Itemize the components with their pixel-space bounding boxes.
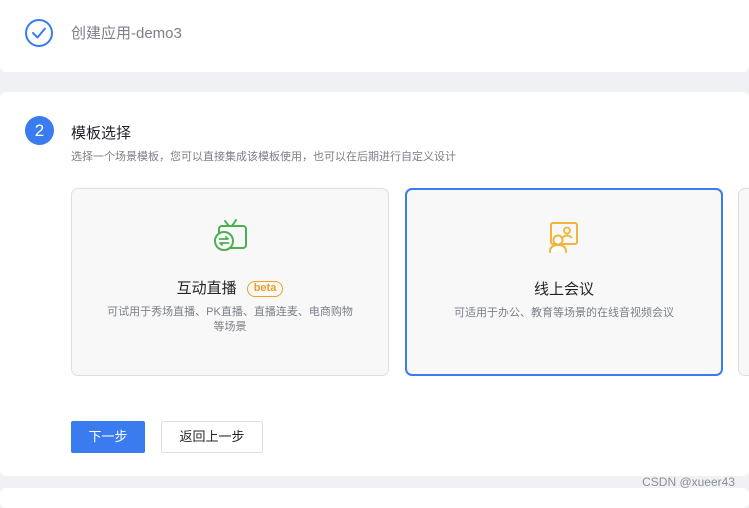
watermark: CSDN @xueer43 (642, 475, 735, 489)
card-title-live: 互动直播 (176, 280, 237, 297)
template-card-live[interactable]: 互动直播 beta 可试用于秀场直播、PK直播、直播连麦、电商购物等场景 (71, 188, 389, 376)
card-description-meeting: 可适用于办公、教育等场景的在线音视频会议 (454, 307, 674, 319)
card-description-live: 可试用于秀场直播、PK直播、直播连麦、电商购物等场景 (107, 306, 353, 333)
step-1-title: 创建应用-demo3 (71, 25, 182, 42)
video-meeting-icon (545, 218, 583, 256)
next-step-button[interactable]: 下一步 (71, 421, 145, 453)
step-2-description: 选择一个场景模板，您可以直接集成该模板使用，也可以在后期进行自定义设计 (71, 151, 456, 163)
card-title-row: 线上会议 (407, 278, 721, 299)
card-title-meeting: 线上会议 (533, 281, 594, 298)
back-step-button[interactable]: 返回上一步 (161, 421, 263, 453)
step-2-number: 2 (25, 116, 54, 145)
template-card-partial[interactable] (738, 188, 749, 376)
step-2-panel: 2 模板选择 选择一个场景模板，您可以直接集成该模板使用，也可以在后期进行自定义… (0, 92, 749, 476)
card-title-row: 互动直播 beta (72, 277, 388, 298)
template-card-meeting[interactable]: 线上会议 可适用于办公、教育等场景的在线音视频会议 (405, 188, 723, 376)
beta-badge: beta (246, 281, 284, 297)
step-complete-check-icon (25, 19, 53, 47)
step-3-panel (0, 488, 749, 508)
step-2-title: 模板选择 (71, 125, 132, 142)
tv-live-icon (211, 217, 249, 255)
step-1-panel: 创建应用-demo3 (0, 0, 749, 72)
